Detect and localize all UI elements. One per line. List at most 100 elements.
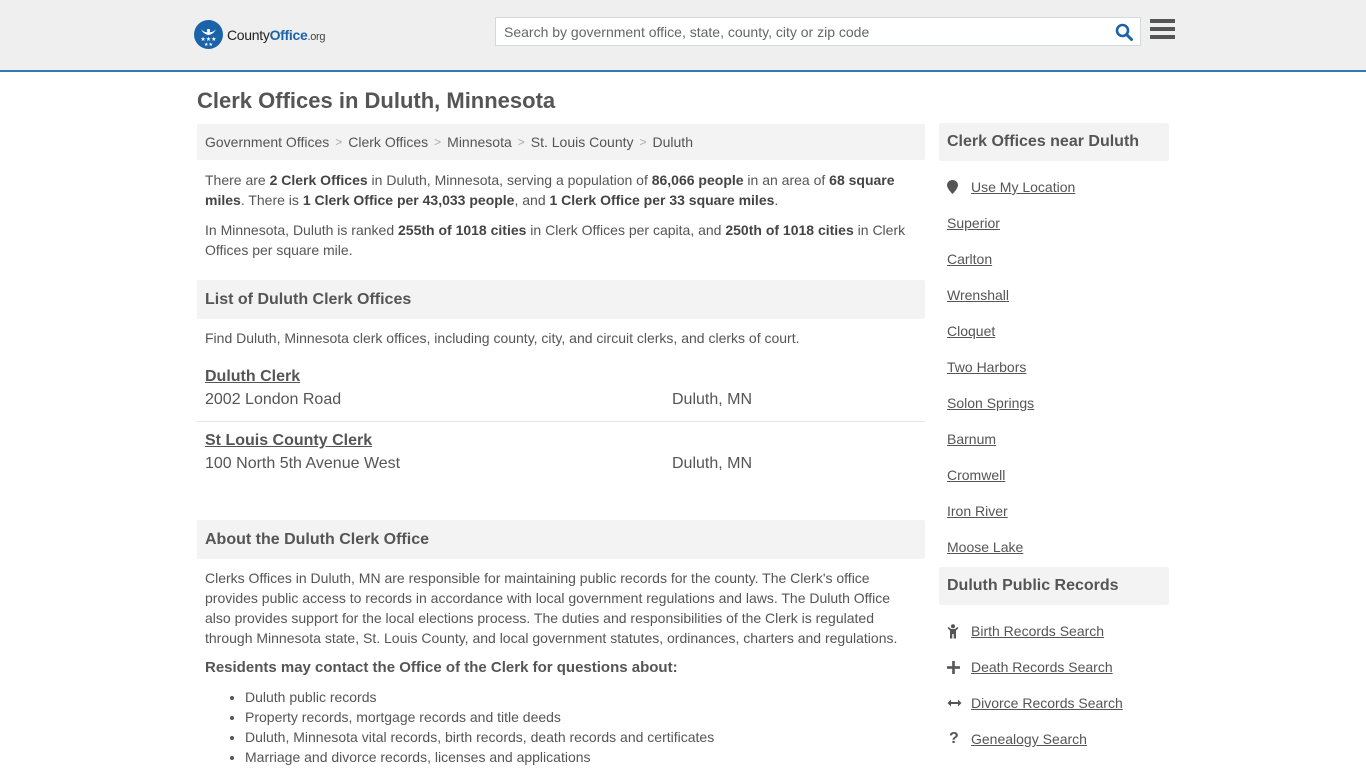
breadcrumb-separator: > [517, 135, 525, 149]
rank-per-capita: 255th of 1018 cities [398, 222, 527, 238]
nearby-city-item: Solon Springs [947, 385, 1161, 421]
records-item: Death Records Search [947, 649, 1161, 685]
summary-text: . [774, 192, 779, 208]
hamburger-menu-icon [1150, 19, 1175, 23]
nearby-city-item: Iron River [947, 493, 1161, 529]
logo-text-main: County [227, 26, 270, 43]
nearby-heading: Clerk Offices near Duluth [939, 123, 1169, 161]
site-header: ★★★ ★★ CountyOffice.org [0, 0, 1366, 72]
sidebar: Clerk Offices near Duluth Use My Locatio… [939, 123, 1169, 757]
question-icon: ? [949, 730, 959, 747]
public-records-list: Birth Records Search Death Records Searc… [939, 605, 1169, 757]
logo-text-accent: Office [269, 26, 308, 43]
cross-icon [947, 660, 971, 674]
about-text: Clerks Offices in Duluth, MN are respons… [205, 570, 898, 646]
logo-text: CountyOffice.org [227, 26, 326, 43]
nearby-city-link[interactable]: Cloquet [947, 323, 995, 339]
breadcrumb-separator: > [335, 135, 343, 149]
office-name-link[interactable]: St Louis County Clerk [205, 430, 372, 452]
search-bar [495, 17, 1141, 46]
summary-text: in Duluth, Minnesota, serving a populati… [367, 172, 652, 188]
public-records-heading: Duluth Public Records [939, 567, 1169, 605]
page-title: Clerk Offices in Duluth, Minnesota [197, 88, 556, 113]
nearby-city-link[interactable]: Cromwell [947, 467, 1005, 483]
breadcrumb-government-offices[interactable]: Government Offices [205, 134, 329, 150]
residents-list-item: Duluth, Minnesota vital records, birth r… [245, 727, 925, 747]
map-marker-icon [947, 180, 971, 194]
office-city: Duluth, MN [672, 455, 753, 472]
nearby-city-item: Two Harbors [947, 349, 1161, 385]
nearby-list: Use My Location Superior Carlton Wrensha… [939, 161, 1169, 565]
nearby-city-item: Carlton [947, 241, 1161, 277]
nearby-city-link[interactable]: Two Harbors [947, 359, 1026, 375]
search-input[interactable] [496, 18, 1108, 45]
list-section-heading: List of Duluth Clerk Offices [197, 280, 925, 319]
summary-office-count: 2 Clerk Offices [269, 172, 368, 188]
hamburger-menu-button[interactable] [1150, 19, 1175, 43]
birth-records-link[interactable]: Birth Records Search [971, 623, 1104, 639]
breadcrumb-minnesota[interactable]: Minnesota [447, 134, 512, 150]
nearby-city-link[interactable]: Wrenshall [947, 287, 1009, 303]
arrows-horizontal-icon [947, 698, 971, 708]
death-records-link[interactable]: Death Records Search [971, 659, 1113, 675]
office-address: 2002 London Road [205, 391, 342, 408]
office-address: 100 North 5th Avenue West [205, 455, 401, 472]
svg-text:★★: ★★ [204, 42, 213, 48]
genealogy-search-link[interactable]: Genealogy Search [971, 731, 1087, 747]
rank-per-square-mile: 250th of 1018 cities [725, 222, 854, 238]
use-my-location-item: Use My Location [947, 169, 1161, 205]
nearby-city-item: Superior [947, 205, 1161, 241]
hamburger-menu-icon [1150, 27, 1175, 31]
breadcrumb-separator: > [434, 135, 442, 149]
breadcrumb-st-louis-county[interactable]: St. Louis County [531, 134, 634, 150]
nearby-city-item: Moose Lake [947, 529, 1161, 565]
office-list: Duluth Clerk 2002 London Road Duluth, MN… [197, 358, 925, 485]
ranking-paragraph: In Minnesota, Duluth is ranked 255th of … [197, 220, 925, 260]
office-item: St Louis County Clerk 100 North 5th Aven… [197, 421, 925, 485]
nearby-city-link[interactable]: Solon Springs [947, 395, 1034, 411]
nearby-city-link[interactable]: Barnum [947, 431, 996, 447]
nearby-city-link[interactable]: Iron River [947, 503, 1008, 519]
hamburger-menu-icon [1150, 35, 1175, 39]
summary-text: There are [205, 172, 270, 188]
nearby-city-link[interactable]: Carlton [947, 251, 992, 267]
search-icon [1115, 23, 1133, 41]
office-item: Duluth Clerk 2002 London Road Duluth, MN [197, 358, 925, 421]
summary-text: , and [514, 192, 550, 208]
nearby-city-item: Barnum [947, 421, 1161, 457]
residents-list-item: Property records, mortgage records and t… [245, 707, 925, 727]
residents-heading: Residents may contact the Office of the … [205, 659, 678, 676]
divorce-records-link[interactable]: Divorce Records Search [971, 695, 1123, 711]
ranking-text: In Minnesota, Duluth is ranked [205, 222, 398, 238]
records-item: Birth Records Search [947, 613, 1161, 649]
main-content: Government Offices > Clerk Offices > Min… [197, 124, 925, 767]
residents-list: Duluth public records Property records, … [197, 687, 925, 767]
nearby-city-link[interactable]: Superior [947, 215, 1000, 231]
breadcrumb-clerk-offices[interactable]: Clerk Offices [348, 134, 428, 150]
child-icon [947, 623, 971, 639]
summary-text: . There is [240, 192, 303, 208]
records-item: ? Genealogy Search [947, 721, 1161, 757]
search-button[interactable] [1108, 18, 1140, 45]
summary-per-area: 1 Clerk Office per 33 square miles [549, 192, 775, 208]
breadcrumb-separator: > [639, 135, 647, 149]
records-item: Divorce Records Search [947, 685, 1161, 721]
logo-text-tld: .org [307, 30, 326, 43]
summary-population: 86,066 people [651, 172, 744, 188]
breadcrumb: Government Offices > Clerk Offices > Min… [197, 124, 925, 160]
nearby-city-item: Cromwell [947, 457, 1161, 493]
about-section-heading: About the Duluth Clerk Office [197, 520, 925, 559]
breadcrumb-duluth[interactable]: Duluth [653, 134, 693, 150]
nearby-city-item: Wrenshall [947, 277, 1161, 313]
nearby-city-link[interactable]: Moose Lake [947, 539, 1023, 555]
office-name-link[interactable]: Duluth Clerk [205, 366, 300, 388]
residents-list-item: Duluth public records [245, 687, 925, 707]
site-logo[interactable]: ★★★ ★★ CountyOffice.org [194, 20, 326, 49]
office-city: Duluth, MN [672, 391, 753, 408]
nearby-city-item: Cloquet [947, 313, 1161, 349]
summary-text: in an area of [743, 172, 830, 188]
eagle-stars-logo-icon: ★★★ ★★ [194, 20, 223, 49]
use-my-location-link[interactable]: Use My Location [971, 179, 1075, 195]
ranking-text: in Clerk Offices per capita, and [526, 222, 726, 238]
list-section-description: Find Duluth, Minnesota clerk offices, in… [205, 330, 800, 346]
